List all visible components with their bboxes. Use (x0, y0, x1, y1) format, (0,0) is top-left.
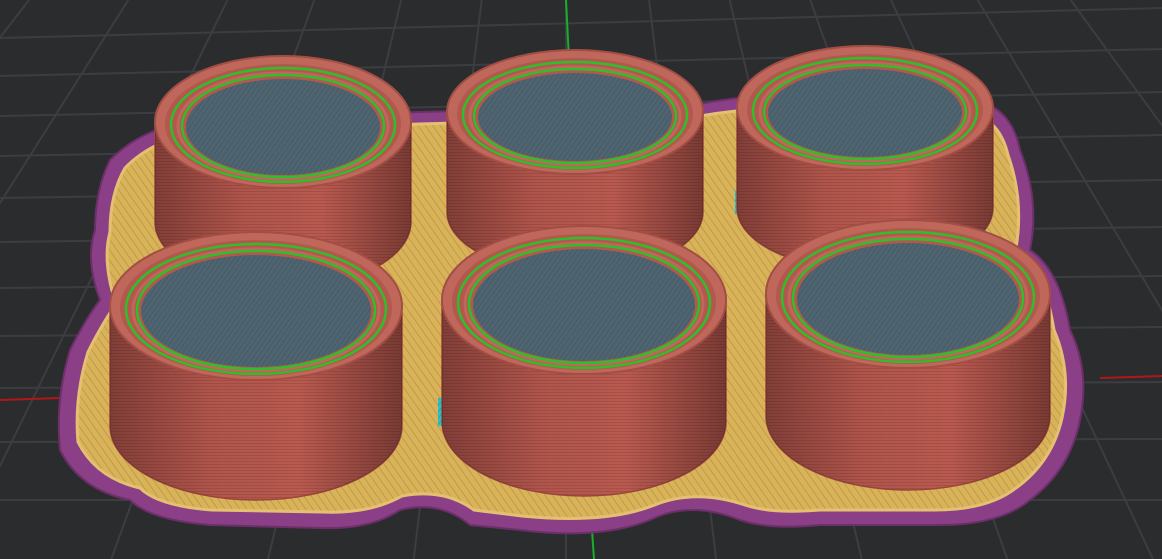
top-surface (186, 79, 380, 175)
y-axis-line-lower (591, 529, 595, 559)
top-surface (797, 243, 1019, 355)
top-surface (478, 73, 672, 161)
top-surface (473, 249, 695, 361)
x-axis-line-left (0, 397, 61, 401)
3d-viewport[interactable] (0, 0, 1162, 559)
top-surface (768, 69, 962, 157)
grid-line (0, 7, 1162, 39)
x-axis-line-right (1099, 375, 1162, 379)
grid-line (1069, 0, 1162, 128)
grid-line (0, 0, 30, 40)
disc-5[interactable] (441, 225, 727, 497)
top-surface (141, 255, 371, 367)
printed-objects (109, 45, 1051, 501)
disc-6[interactable] (765, 219, 1051, 491)
disc-4[interactable] (109, 231, 403, 501)
gcode-preview-scene[interactable] (0, 0, 1162, 559)
